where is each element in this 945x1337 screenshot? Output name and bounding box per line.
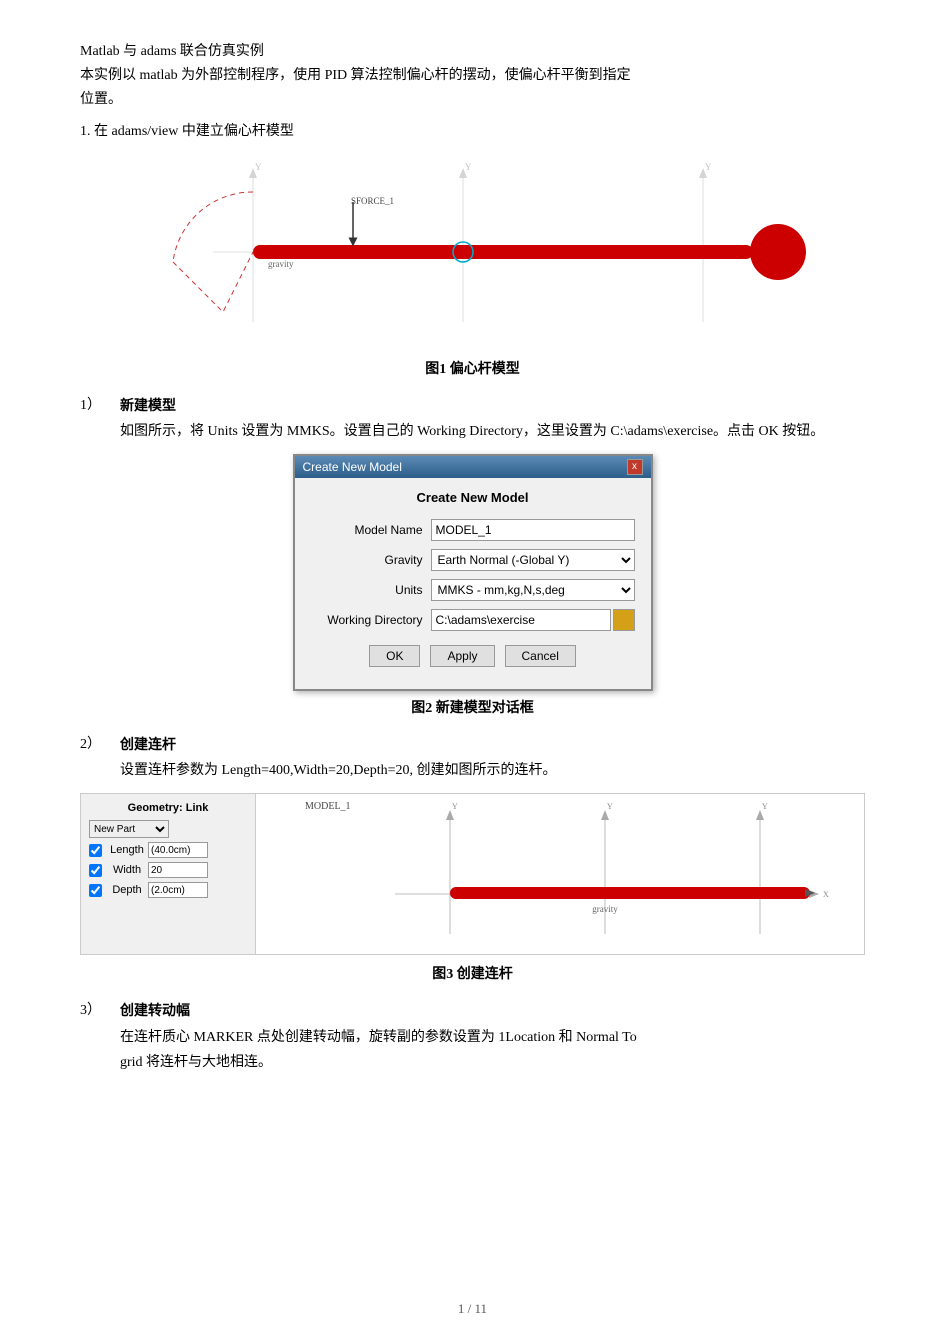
item3-text: 在连杆质心 MARKER 点处创建转动幅，旋转副的参数设置为 1Location… (120, 1025, 865, 1075)
item1-title: 新建模型 (120, 399, 176, 414)
units-select[interactable]: MMKS - mm,kg,N,s,deg (431, 579, 635, 601)
width-label: Width (106, 864, 148, 876)
panel-title: Geometry: Link (89, 802, 247, 814)
apply-button[interactable]: Apply (430, 645, 494, 667)
svg-text:gravity: gravity (268, 259, 294, 269)
document-title: Matlab 与 adams 联合仿真实例 (80, 40, 865, 60)
figure3-canvas: MODEL_1 Y X Y X Y X (256, 794, 864, 954)
dialog-title-text: Create New Model (303, 460, 402, 474)
model-name-label: Model Name (311, 523, 431, 537)
figure1-image: Y X Y X Y X SFORCE_1 (123, 152, 823, 352)
create-new-model-dialog: Create New Model x Create New Model Mode… (293, 454, 653, 691)
units-row: Units MMKS - mm,kg,N,s,deg (311, 579, 635, 601)
item1-text: 如图所示，将 Units 设置为 MMKS。设置自己的 Working Dire… (120, 419, 865, 444)
working-dir-label: Working Directory (311, 613, 431, 627)
item1-label: 1） (80, 394, 120, 444)
dialog-buttons: OK Apply Cancel (311, 645, 635, 677)
dialog-close-button[interactable]: x (627, 459, 643, 475)
figure2-caption: 图2 新建模型对话框 (80, 697, 865, 717)
item2-title: 创建连杆 (120, 738, 176, 753)
gravity-label: Gravity (311, 553, 431, 567)
figure2-area: Create New Model x Create New Model Mode… (80, 454, 865, 691)
gravity-row: Gravity Earth Normal (-Global Y) (311, 549, 635, 571)
svg-text:X: X (823, 890, 829, 899)
length-input[interactable] (148, 842, 208, 858)
dialog-main-title: Create New Model (311, 490, 635, 505)
new-part-select[interactable]: New Part (89, 820, 169, 838)
page-footer: 1 / 11 (0, 1301, 945, 1317)
page-number: 1 / 11 (458, 1301, 487, 1316)
new-part-row: New Part (89, 820, 247, 838)
depth-label: Depth (106, 884, 148, 896)
item3-content: 创建转动幅 在连杆质心 MARKER 点处创建转动幅，旋转副的参数设置为 1Lo… (120, 999, 865, 1075)
units-label: Units (311, 583, 431, 597)
folder-browse-button[interactable] (613, 609, 635, 631)
figure3-image: Geometry: Link New Part Length Width Dep… (80, 793, 865, 955)
depth-row: Depth (89, 882, 247, 898)
svg-text:SFORCE_1: SFORCE_1 (351, 196, 394, 206)
depth-checkbox[interactable] (89, 884, 102, 897)
svg-text:Y: Y (465, 162, 472, 172)
width-checkbox[interactable] (89, 864, 102, 877)
item2-label: 2） (80, 733, 120, 783)
width-row: Width (89, 862, 247, 878)
gravity-select[interactable]: Earth Normal (-Global Y) (431, 549, 635, 571)
svg-text:Y: Y (255, 162, 262, 172)
cancel-button[interactable]: Cancel (505, 645, 576, 667)
figure3-area: Geometry: Link New Part Length Width Dep… (80, 793, 865, 955)
dialog-content: Create New Model Model Name Gravity Eart… (295, 478, 651, 689)
model-name-input[interactable] (431, 519, 635, 541)
item1: 1） 新建模型 如图所示，将 Units 设置为 MMKS。设置自己的 Work… (80, 394, 865, 444)
model-label: MODEL_1 (305, 801, 351, 812)
item3-label: 3） (80, 999, 120, 1075)
item3: 3） 创建转动幅 在连杆质心 MARKER 点处创建转动幅，旋转副的参数设置为 … (80, 999, 865, 1075)
geometry-link-panel: Geometry: Link New Part Length Width Dep… (81, 794, 256, 954)
svg-text:Y: Y (452, 802, 458, 811)
length-label: Length (106, 844, 148, 856)
model-name-row: Model Name (311, 519, 635, 541)
item2-content: 创建连杆 设置连杆参数为 Length=400,Width=20,Depth=2… (120, 733, 865, 783)
ok-button[interactable]: OK (369, 645, 420, 667)
item2: 2） 创建连杆 设置连杆参数为 Length=400,Width=20,Dept… (80, 733, 865, 783)
working-dir-input[interactable] (431, 609, 611, 631)
svg-text:gravity: gravity (592, 904, 618, 914)
depth-input[interactable] (148, 882, 208, 898)
intro-paragraph: 本实例以 matlab 为外部控制程序，使用 PID 算法控制偏心杆的摆动，使偏… (80, 64, 865, 112)
item3-title: 创建转动幅 (120, 1004, 190, 1019)
length-row: Length (89, 842, 247, 858)
svg-text:Y: Y (705, 162, 712, 172)
figure1-caption: 图1 偏心杆模型 (80, 358, 865, 378)
dialog-titlebar: Create New Model x (295, 456, 651, 478)
item2-text: 设置连杆参数为 Length=400,Width=20,Depth=20, 创建… (120, 758, 865, 783)
svg-text:Y: Y (762, 802, 768, 811)
figure3-caption: 图3 创建连杆 (80, 963, 865, 983)
svg-text:Y: Y (607, 802, 613, 811)
figure1-area: Y X Y X Y X SFORCE_1 (80, 152, 865, 352)
item1-content: 新建模型 如图所示，将 Units 设置为 MMKS。设置自己的 Working… (120, 394, 865, 444)
step1-heading: 1. 在 adams/view 中建立偏心杆模型 (80, 120, 865, 140)
width-input[interactable] (148, 862, 208, 878)
length-checkbox[interactable] (89, 844, 102, 857)
working-dir-row: Working Directory (311, 609, 635, 631)
